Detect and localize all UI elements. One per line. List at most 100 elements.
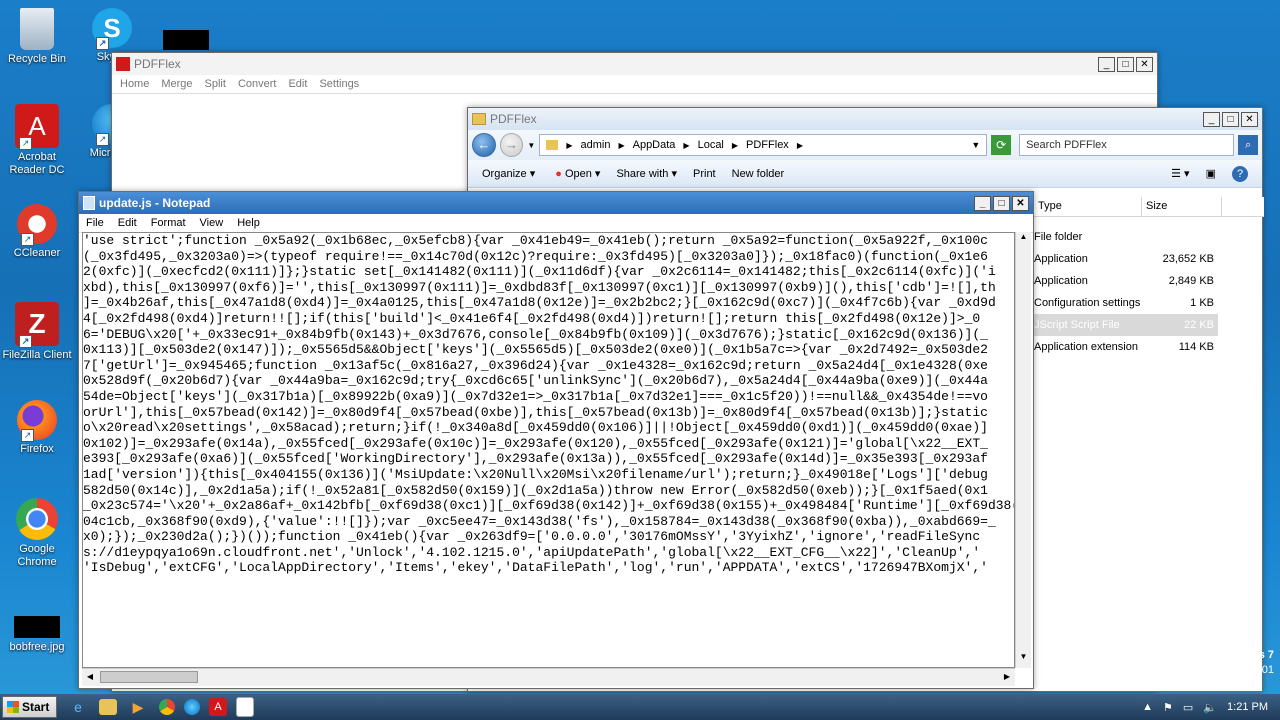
notepad-taskbar-icon[interactable] — [236, 697, 254, 717]
column-size[interactable]: Size — [1142, 197, 1222, 216]
column-type[interactable]: Type — [1034, 197, 1142, 216]
desktop-icon-chrome[interactable]: Google Chrome — [0, 498, 75, 569]
menu-edit[interactable]: Edit — [118, 217, 137, 229]
desktop-icon-filezilla[interactable]: Z ↗ FileZilla Client — [0, 302, 75, 362]
search-icon[interactable]: ⌕ — [1238, 135, 1259, 155]
desktop-icon-bobfree[interactable]: bobfree.jpg — [0, 616, 75, 654]
volume-icon[interactable]: 🔈 — [1203, 701, 1217, 714]
maximize-button[interactable]: □ — [993, 195, 1010, 211]
menu-view[interactable]: View — [200, 217, 224, 229]
open-button[interactable]: ● Open ▾ — [555, 167, 600, 180]
vertical-scrollbar[interactable]: ▲ ▼ — [1015, 232, 1031, 668]
chrome-taskbar-icon[interactable] — [159, 699, 175, 715]
notepad-menubar: File Edit Format View Help — [79, 214, 1033, 233]
chevron-right-icon: ▶ — [731, 140, 739, 150]
scroll-down-icon[interactable]: ▼ — [1016, 652, 1031, 668]
shortcut-arrow-icon: ↗ — [96, 37, 109, 50]
address-dropdown-icon[interactable]: ▼ — [971, 140, 980, 150]
folder-icon — [472, 113, 486, 125]
build-label: Build 7601 — [1222, 664, 1274, 676]
minimize-button[interactable]: _ — [1203, 111, 1220, 127]
breadcrumb-admin[interactable]: admin — [580, 139, 610, 151]
desktop-icon-ccleaner[interactable]: ↗ CCleaner — [0, 204, 75, 260]
menu-edit[interactable]: Edit — [288, 78, 307, 90]
shortcut-arrow-icon: ↗ — [19, 137, 32, 150]
text-editor[interactable]: 'use strict';function _0x5a92(_0x1b68ec,… — [82, 232, 1015, 668]
menu-format[interactable]: Format — [151, 217, 186, 229]
search-input[interactable]: Search PDFFlex — [1019, 134, 1235, 156]
horizontal-scrollbar[interactable]: ◀ ▶ — [82, 668, 1015, 686]
minimize-button[interactable]: _ — [1098, 56, 1115, 72]
scroll-left-icon[interactable]: ◀ — [82, 669, 98, 686]
minimize-button[interactable]: _ — [974, 195, 991, 211]
network-icon[interactable]: ▭ — [1183, 701, 1193, 714]
firefox-icon: ↗ — [17, 400, 57, 442]
code-line: 1ad['version']){this[_0x404155(0x136)]('… — [83, 466, 988, 482]
code-line: o\x20read\x20settings',_0x58acad);return… — [83, 420, 988, 436]
desktop-icon-recycle-bin[interactable]: Recycle Bin — [0, 8, 75, 66]
tray-expand-icon[interactable]: ▲ — [1142, 701, 1153, 713]
code-line: xbd),this[_0x130997(0xf6)]='',this[_0x13… — [83, 279, 996, 295]
forward-button[interactable]: → — [499, 133, 524, 157]
menu-merge[interactable]: Merge — [161, 78, 192, 90]
refresh-button[interactable]: ⟳ — [991, 135, 1012, 155]
notepad-window[interactable]: update.js - Notepad _ □ ✕ File Edit Form… — [78, 191, 1034, 689]
chevron-down-icon[interactable]: ▼ — [527, 141, 535, 150]
clock[interactable]: 1:21 PM — [1227, 701, 1268, 713]
explorer-taskbar-icon[interactable] — [99, 699, 117, 715]
list-item[interactable]: Configuration settings 1 KB — [1034, 292, 1218, 314]
window-title: update.js - Notepad — [99, 196, 211, 210]
chrome-icon — [16, 498, 58, 540]
menu-home[interactable]: Home — [120, 78, 149, 90]
scroll-right-icon[interactable]: ▶ — [999, 669, 1015, 686]
start-button[interactable]: Start — [2, 696, 57, 718]
windows-logo-icon — [7, 701, 19, 713]
edge-taskbar-icon[interactable] — [184, 699, 200, 715]
notepad-icon — [83, 196, 95, 210]
list-item[interactable]: File folder — [1034, 226, 1218, 248]
list-item[interactable]: Application 23,652 KB — [1034, 248, 1218, 270]
notepad-titlebar[interactable]: update.js - Notepad _ □ ✕ — [79, 192, 1033, 214]
menu-convert[interactable]: Convert — [238, 78, 277, 90]
scroll-thumb[interactable] — [100, 671, 198, 683]
breadcrumb-appdata[interactable]: AppData — [633, 139, 676, 151]
breadcrumb-local[interactable]: Local — [698, 139, 724, 151]
window-title: PDFFlex — [490, 112, 537, 126]
print-button[interactable]: Print — [693, 168, 716, 180]
close-button[interactable]: ✕ — [1012, 195, 1029, 211]
desktop-icon-label: bobfree.jpg — [9, 641, 65, 653]
close-button[interactable]: ✕ — [1241, 111, 1258, 127]
desktop-icon-firefox[interactable]: ↗ Firefox — [0, 400, 75, 456]
help-icon[interactable]: ? — [1232, 165, 1248, 182]
media-player-icon[interactable]: ▶ — [126, 696, 150, 718]
list-item[interactable]: Application extension 114 KB — [1034, 336, 1218, 358]
list-item-selected[interactable]: JScript Script File 22 KB — [1034, 314, 1218, 336]
back-button[interactable]: ← — [472, 133, 496, 157]
menu-file[interactable]: File — [86, 217, 104, 229]
pdf-taskbar-icon[interactable]: A — [209, 698, 227, 716]
share-with-button[interactable]: Share with ▾ — [616, 167, 677, 180]
address-bar[interactable]: ▶ admin ▶ AppData ▶ Local ▶ PDFFlex ▶ ▼ — [539, 134, 988, 156]
view-options-icon[interactable]: ☰ ▾ — [1171, 167, 1189, 180]
chevron-right-icon: ▶ — [618, 140, 625, 150]
preview-pane-icon[interactable]: ▣ — [1206, 167, 1216, 180]
list-item[interactable]: Application 2,849 KB — [1034, 270, 1218, 292]
image-file-icon — [14, 616, 60, 638]
menu-help[interactable]: Help — [237, 217, 260, 229]
ie-icon[interactable]: e — [66, 696, 90, 718]
scroll-up-icon[interactable]: ▲ — [1016, 232, 1031, 248]
close-button[interactable]: ✕ — [1136, 56, 1153, 72]
explorer-titlebar[interactable]: PDFFlex _ □ ✕ — [468, 108, 1262, 130]
desktop-icon-acrobat[interactable]: A ↗ Acrobat Reader DC — [0, 104, 75, 177]
new-folder-button[interactable]: New folder — [732, 168, 785, 180]
breadcrumb-pdfflex[interactable]: PDFFlex — [746, 139, 789, 151]
maximize-button[interactable]: □ — [1222, 111, 1239, 127]
menu-split[interactable]: Split — [205, 78, 226, 90]
column-header: Type Size — [1034, 197, 1264, 217]
flag-icon[interactable]: ⚑ — [1163, 701, 1173, 714]
organize-button[interactable]: Organize ▾ — [482, 167, 535, 180]
menu-settings[interactable]: Settings — [319, 78, 359, 90]
recycle-bin-icon — [20, 8, 54, 50]
pdfflex-titlebar[interactable]: PDFFlex _ □ ✕ — [112, 53, 1157, 75]
maximize-button[interactable]: □ — [1117, 56, 1134, 72]
